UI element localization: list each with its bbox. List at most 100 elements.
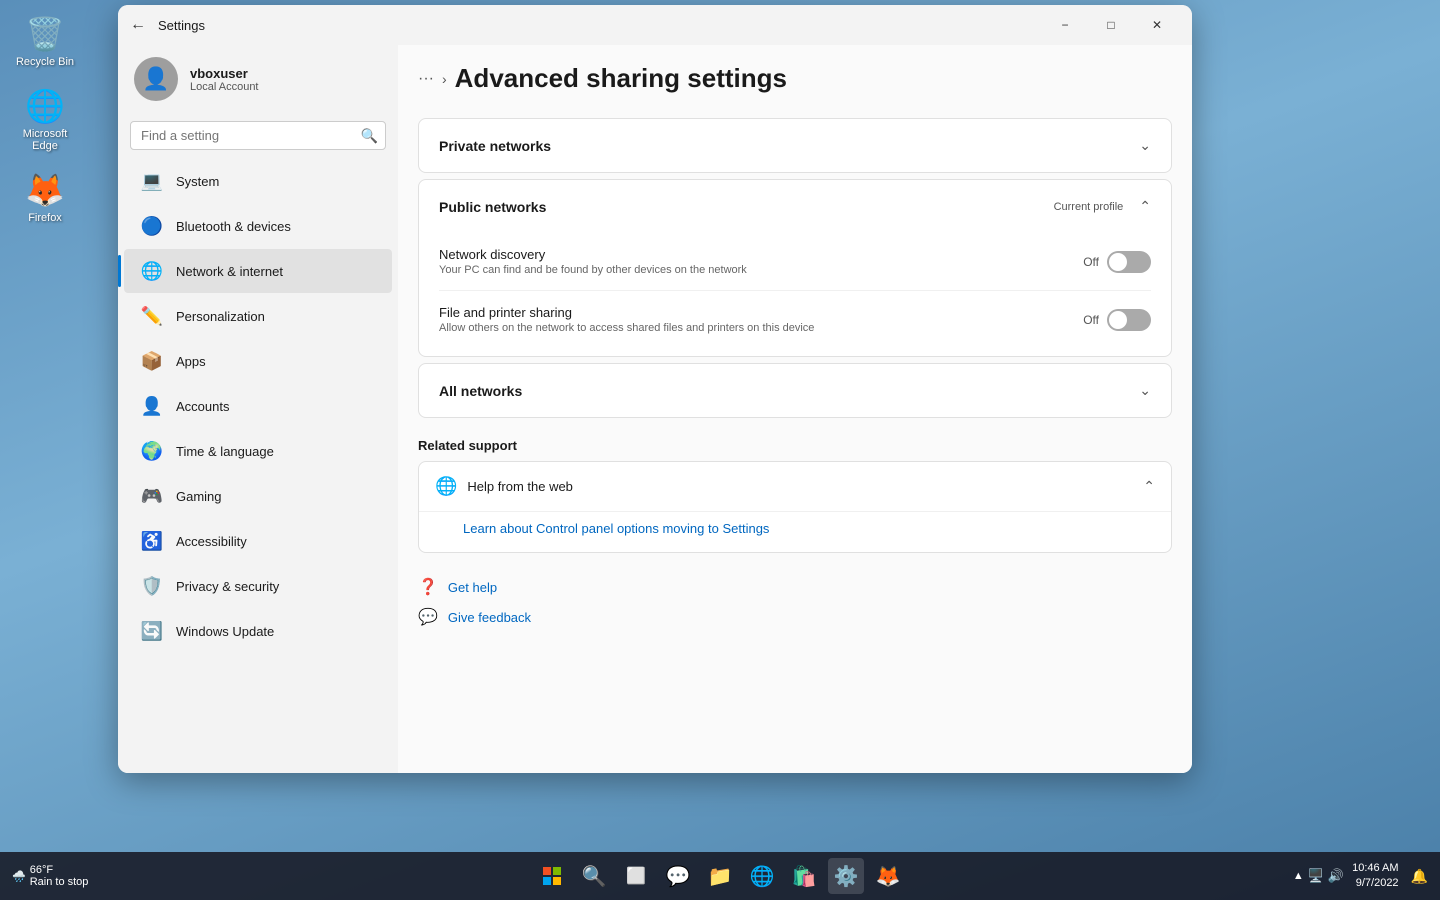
sidebar-item-system[interactable]: 💻 System: [124, 159, 392, 203]
sidebar-item-personalization[interactable]: ✏️ Personalization: [124, 294, 392, 338]
sidebar-item-privacy[interactable]: 🛡️ Privacy & security: [124, 564, 392, 608]
network-discovery-toggle[interactable]: [1107, 251, 1151, 273]
update-nav-label: Windows Update: [176, 624, 274, 639]
sidebar-item-accounts[interactable]: 👤 Accounts: [124, 384, 392, 428]
accounts-nav-label: Accounts: [176, 399, 229, 414]
volume-icon[interactable]: 🔊: [1328, 868, 1344, 884]
avatar: 👤: [134, 57, 178, 101]
network-discovery-desc: Your PC can find and be found by other d…: [439, 264, 747, 276]
taskbar-weather[interactable]: 🌧️ 66°F Rain to stop: [12, 864, 88, 888]
public-networks-badge: Current profile: [1054, 201, 1124, 213]
sidebar-item-accessibility[interactable]: ♿ Accessibility: [124, 519, 392, 563]
help-from-web-header[interactable]: 🌐 Help from the web ⌃: [419, 462, 1171, 511]
weather-icon: 🌧️: [12, 870, 26, 883]
network-discovery-name: Network discovery: [439, 247, 747, 262]
taskbar-edge[interactable]: 🌐: [744, 858, 780, 894]
accessibility-nav-label: Accessibility: [176, 534, 247, 549]
user-profile[interactable]: 👤 vboxuser Local Account: [118, 45, 398, 117]
accounts-nav-icon: 👤: [140, 394, 164, 418]
apps-nav-icon: 📦: [140, 349, 164, 373]
personalization-nav-label: Personalization: [176, 309, 265, 324]
sidebar-item-network[interactable]: 🌐 Network & internet: [124, 249, 392, 293]
page-header: ··· › Advanced sharing settings: [398, 45, 1192, 112]
main-content: ··· › Advanced sharing settings Private …: [398, 45, 1192, 773]
edge-icon[interactable]: 🌐 Microsoft Edge: [10, 82, 80, 156]
sidebar-item-time[interactable]: 🌍 Time & language: [124, 429, 392, 473]
public-networks-header[interactable]: Public networks Current profile ⌃: [419, 180, 1171, 233]
help-globe-icon: 🌐: [435, 476, 457, 497]
taskbar-firefox[interactable]: 🦊: [870, 858, 906, 894]
footer-links: ❓ Get help 💬 Give feedback: [398, 561, 1192, 647]
taskbar-settings[interactable]: ⚙️: [828, 858, 864, 894]
public-networks-chevron: ⌃: [1139, 198, 1151, 215]
give-feedback-link[interactable]: Give feedback: [448, 610, 531, 625]
firefox-icon[interactable]: 🦊 Firefox: [10, 166, 80, 228]
give-feedback-icon: 💬: [418, 607, 438, 627]
bluetooth-nav-label: Bluetooth & devices: [176, 219, 291, 234]
gaming-nav-label: Gaming: [176, 489, 222, 504]
related-support: Related support 🌐 Help from the web ⌃ Le…: [418, 438, 1172, 553]
file-sharing-toggle[interactable]: [1107, 309, 1151, 331]
breadcrumb-arrow: ›: [442, 71, 447, 87]
recycle-bin-icon[interactable]: 🗑️ Recycle Bin: [10, 10, 80, 72]
private-networks-header[interactable]: Private networks ⌄: [419, 119, 1171, 172]
edge-label: Microsoft Edge: [14, 128, 76, 152]
update-nav-icon: 🔄: [140, 619, 164, 643]
page-title: Advanced sharing settings: [455, 63, 787, 94]
window-title: Settings: [158, 18, 205, 33]
sidebar-item-gaming[interactable]: 🎮 Gaming: [124, 474, 392, 518]
notification-icon[interactable]: 🔔: [1411, 868, 1428, 885]
taskbar-store[interactable]: 🛍️: [786, 858, 822, 894]
search-input[interactable]: [130, 121, 386, 150]
sidebar-item-apps[interactable]: 📦 Apps: [124, 339, 392, 383]
all-networks-section: All networks ⌄: [418, 363, 1172, 418]
taskbar-center: 🔍 ⬜ 💬 📁 🌐 🛍️ ⚙️ 🦊: [534, 858, 906, 894]
sidebar-item-bluetooth[interactable]: 🔵 Bluetooth & devices: [124, 204, 392, 248]
network-discovery-row: Network discovery Your PC can find and b…: [439, 233, 1151, 290]
chevron-up-icon[interactable]: ▲: [1293, 870, 1304, 882]
get-help-link[interactable]: Get help: [448, 580, 497, 595]
privacy-nav-icon: 🛡️: [140, 574, 164, 598]
maximize-button[interactable]: □: [1088, 9, 1134, 41]
nav-list: 💻 System 🔵 Bluetooth & devices 🌐 Network…: [118, 158, 398, 654]
taskbar-explorer[interactable]: 📁: [702, 858, 738, 894]
private-networks-section: Private networks ⌄: [418, 118, 1172, 173]
sidebar: 👤 vboxuser Local Account 🔍 💻 Sy: [118, 45, 398, 773]
sidebar-item-update[interactable]: 🔄 Windows Update: [124, 609, 392, 653]
user-type: Local Account: [190, 81, 259, 93]
taskbar-clock[interactable]: 10:46 AM 9/7/2022: [1352, 861, 1398, 892]
learn-about-link[interactable]: Learn about Control panel options moving…: [463, 521, 769, 536]
help-from-web-title: Help from the web: [467, 479, 573, 494]
title-bar: ← Settings − □ ✕: [118, 5, 1192, 45]
get-help-row[interactable]: ❓ Get help: [418, 577, 1172, 597]
network-sys-icon[interactable]: 🖥️: [1308, 868, 1324, 884]
private-networks-title: Private networks: [439, 138, 551, 154]
taskbar-chat[interactable]: 💬: [660, 858, 696, 894]
privacy-nav-label: Privacy & security: [176, 579, 279, 594]
desktop-icons: 🗑️ Recycle Bin 🌐 Microsoft Edge 🦊 Firefo…: [10, 10, 80, 228]
user-name: vboxuser: [190, 66, 259, 81]
help-card: 🌐 Help from the web ⌃ Learn about Contro…: [418, 461, 1172, 553]
all-networks-header[interactable]: All networks ⌄: [419, 364, 1171, 417]
taskbar-search[interactable]: 🔍: [576, 858, 612, 894]
all-networks-title: All networks: [439, 383, 522, 399]
settings-window: ← Settings − □ ✕ 👤 vboxuser: [118, 5, 1192, 773]
desktop: 🗑️ Recycle Bin 🌐 Microsoft Edge 🦊 Firefo…: [0, 0, 1440, 900]
taskbar-taskview[interactable]: ⬜: [618, 858, 654, 894]
file-sharing-desc: Allow others on the network to access sh…: [439, 322, 814, 334]
give-feedback-row[interactable]: 💬 Give feedback: [418, 607, 1172, 627]
search-icon: 🔍: [361, 127, 378, 144]
personalization-nav-icon: ✏️: [140, 304, 164, 328]
all-networks-chevron: ⌄: [1139, 382, 1151, 399]
weather-desc: Rain to stop: [30, 876, 89, 888]
breadcrumb-dots[interactable]: ···: [418, 70, 434, 88]
minimize-button[interactable]: −: [1042, 9, 1088, 41]
time-nav-icon: 🌍: [140, 439, 164, 463]
network-nav-icon: 🌐: [140, 259, 164, 283]
bluetooth-nav-icon: 🔵: [140, 214, 164, 238]
back-button[interactable]: ←: [130, 16, 146, 34]
close-button[interactable]: ✕: [1134, 9, 1180, 41]
gaming-nav-icon: 🎮: [140, 484, 164, 508]
start-button[interactable]: [534, 858, 570, 894]
search-box: 🔍: [130, 121, 386, 150]
